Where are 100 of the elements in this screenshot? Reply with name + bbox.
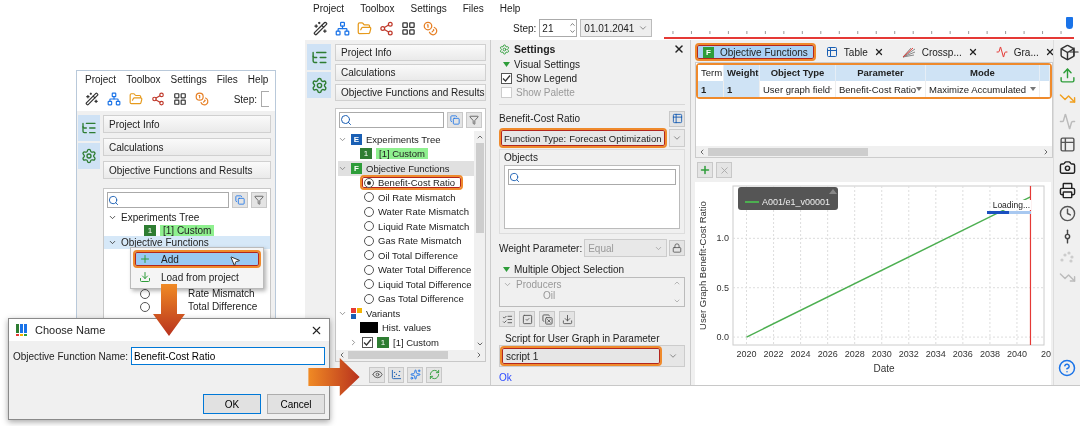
add-icon[interactable] [697,162,713,178]
radio-button[interactable] [364,177,374,188]
copy-icon[interactable] [232,192,248,208]
tab-label[interactable]: Table [843,46,868,58]
panel-header[interactable]: Calculations [335,64,486,81]
tree-label[interactable]: Water Rate Mismatch [378,206,469,218]
panel-header[interactable]: Objective Functions and Results [335,84,486,101]
camera-icon[interactable] [1058,159,1076,176]
menu-item[interactable]: Settings [170,73,207,85]
wand-icon[interactable] [83,90,101,108]
search-field[interactable] [107,192,229,208]
function-type-dropdown[interactable]: Function Type: Forecast Optimization [499,128,667,148]
clock-icon[interactable] [1058,205,1076,222]
table-icon[interactable] [1058,136,1076,153]
grid-icon[interactable] [399,19,417,37]
menu-item[interactable]: Help [247,73,269,85]
radio-button[interactable] [364,293,374,304]
scroll-left-icon[interactable] [698,147,706,156]
cube-icon[interactable] [1058,44,1076,61]
grid-icon[interactable] [171,90,189,108]
selected-row[interactable]: F Objective Functions [338,161,474,176]
dialog-button[interactable]: Cancel [267,394,325,414]
checkbox[interactable] [501,73,512,85]
radio-button[interactable] [364,264,374,275]
step-spinner[interactable]: 21 [539,19,578,37]
tree-label[interactable]: Benefit-Cost Ratio [378,177,456,189]
download-icon[interactable] [559,311,575,327]
table-cell[interactable]: Benefit-Cost Ratio [836,81,926,97]
column-header[interactable]: Parameter [836,65,926,81]
radio-button[interactable] [364,192,374,203]
tree-view-icon[interactable] [307,44,331,70]
column-header[interactable]: Weight [724,65,760,81]
tree-view-icon[interactable] [78,115,100,141]
timeline-slider[interactable] [664,17,1074,39]
menu-item[interactable]: Settings [410,2,447,14]
close-icon[interactable] [1044,47,1055,57]
column-header[interactable]: Mode [926,65,1040,81]
tab-label[interactable]: Gra... [1013,46,1039,58]
upload-icon[interactable] [1058,67,1076,84]
close-icon[interactable] [873,47,884,57]
menu-item[interactable]: Project [313,2,345,14]
check-list-icon[interactable] [499,311,515,327]
menu-item[interactable]: Toolbox [360,2,395,14]
lock-icon[interactable] [669,240,685,257]
menu-item[interactable]: Project [85,73,117,85]
radio-button[interactable] [364,206,374,217]
eye-icon[interactable] [369,366,385,383]
scrollbar[interactable] [696,146,1052,157]
printer-icon[interactable] [1058,182,1076,199]
tree-label[interactable]: Experiments Tree [121,212,200,223]
tab-label[interactable]: Objective Functions [720,46,808,58]
chevron-icon[interactable] [108,238,117,247]
tree-label[interactable]: Liquid Total Difference [378,278,472,290]
scroll-right-icon[interactable] [1042,147,1050,156]
close-icon[interactable] [673,43,685,56]
tree-label[interactable]: Rate Mismatch [188,288,255,299]
chevron-right-icon[interactable] [349,337,358,347]
checkbox[interactable] [362,336,373,348]
copy-icon[interactable] [447,112,463,128]
tree-label[interactable]: Gas Rate Mismatch [378,235,462,247]
filter-icon[interactable] [466,112,482,128]
help-icon[interactable] [1058,359,1076,377]
name-field[interactable]: Benefit-Cost Ratio [131,347,325,365]
tab[interactable]: F Objective Functions [695,43,816,61]
search-field[interactable] [508,169,676,185]
dots-icon[interactable] [1059,251,1075,263]
tree-label[interactable]: Gas Total Difference [378,293,464,305]
settings-icon[interactable] [78,143,100,169]
dialog-button[interactable]: OK [203,394,261,414]
scroll-up-icon[interactable] [475,133,484,141]
refresh-icon[interactable] [426,366,442,383]
tree-label[interactable]: Variants [366,307,401,319]
tree-label[interactable]: Oil Total Difference [378,249,458,261]
tree-label[interactable]: [1] Custom [376,148,428,160]
tree-label[interactable]: Oil Rate Mismatch [378,191,456,203]
copy-x-icon[interactable] [539,311,555,327]
tree-label[interactable]: Objective Functions [366,162,450,174]
column-header[interactable]: Term [698,65,724,81]
radio-button[interactable] [140,301,150,312]
tree-label[interactable]: Total Difference [188,301,258,312]
hierarchy-icon[interactable] [105,90,123,108]
date-dropdown[interactable]: 01.01.2041 [580,19,653,37]
hierarchy-icon[interactable] [333,19,351,37]
expand-triangle-icon[interactable] [503,266,510,272]
scrollbar[interactable] [336,349,485,361]
section-label[interactable]: Visual Settings [514,59,580,70]
radio-button[interactable] [364,250,374,261]
table-cell[interactable]: User graph field [760,81,836,97]
sparkle-icon[interactable] [407,366,423,383]
network-icon[interactable] [149,90,167,108]
menu-item[interactable]: Add [133,250,261,268]
wand-icon[interactable] [311,19,329,37]
close-icon[interactable] [967,47,978,57]
script-dropdown[interactable]: script 1 [499,345,685,367]
panel-header[interactable]: Calculations [103,138,271,156]
section-label[interactable]: Multiple Object Selection [514,263,625,275]
dropdown-caret-icon[interactable] [1030,87,1036,91]
radio-button[interactable] [364,279,374,290]
table-cell[interactable]: Maximize Accumulated [926,81,1040,97]
tree-label[interactable]: [1] Custom [393,336,439,348]
